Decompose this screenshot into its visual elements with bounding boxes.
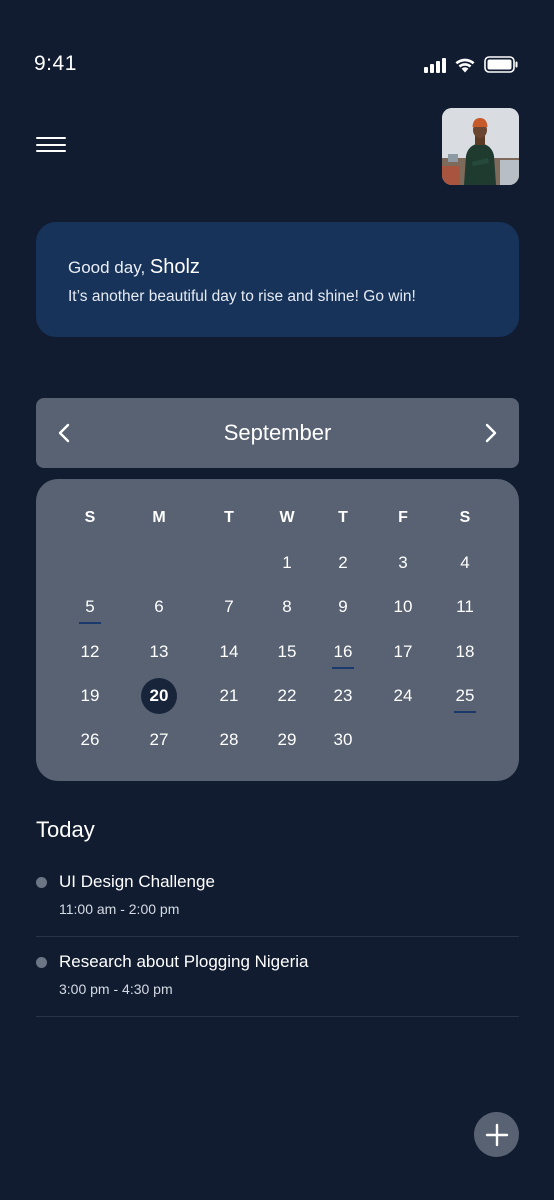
calendar-day[interactable]: 12 [70,634,110,670]
weekday-label: M [152,509,166,526]
calendar-day[interactable]: 3 [383,545,423,581]
greeting-message: It’s another beautiful day to rise and s… [68,288,416,305]
event-item[interactable]: UI Design Challenge 11:00 am - 2:00 pm [36,857,519,937]
calendar-day[interactable]: 16 [323,634,363,670]
greeting-line: Good day, Sholz [68,256,487,279]
calendar-day[interactable]: 8 [267,589,307,625]
calendar-day[interactable]: 24 [383,678,423,714]
calendar-day[interactable]: 11 [445,589,485,625]
calendar-day[interactable]: 7 [209,589,249,625]
calendar-day[interactable]: 23 [323,678,363,714]
event-dot [36,957,47,968]
today-heading: Today [36,817,95,842]
greeting-prefix: Good day, [68,258,150,277]
greeting-card: Good day, Sholz It’s another beautiful d… [36,222,519,337]
hamburger-menu-icon[interactable] [36,132,68,156]
calendar-day[interactable]: 25 [445,678,485,714]
event-time: 11:00 am - 2:00 pm [59,901,180,917]
calendar-day[interactable]: 9 [323,589,363,625]
calendar-day[interactable]: 5 [70,589,110,625]
calendar-day[interactable]: 10 [383,589,423,625]
calendar-day[interactable]: 30 [323,722,363,758]
calendar-day[interactable]: 17 [383,634,423,670]
event-item[interactable]: Research about Plogging Nigeria 3:00 pm … [36,937,519,1017]
calendar-day[interactable]: 14 [209,634,249,670]
plus-icon [485,1123,508,1146]
status-time: 9:41 [34,52,77,75]
calendar-day[interactable]: 26 [70,722,110,758]
weekday-label: T [224,509,234,526]
calendar-day[interactable]: 15 [267,634,307,670]
month-header: September [36,398,519,468]
calendar-day[interactable]: 29 [267,722,307,758]
status-icons [424,56,518,73]
chevron-left-icon[interactable] [52,420,78,446]
calendar-day-selected[interactable]: 20 [139,678,179,714]
calendar-day[interactable]: 2 [323,545,363,581]
signal-icon [424,57,446,73]
weekday-label: S [84,509,96,526]
weekday-label: F [398,509,408,526]
calendar-day[interactable]: 6 [139,589,179,625]
calendar-day[interactable]: 18 [445,634,485,670]
calendar-day[interactable]: 21 [209,678,249,714]
event-title: UI Design Challenge [59,872,215,891]
weekday-label: W [279,509,295,526]
battery-icon [484,56,518,73]
event-dot [36,877,47,888]
chevron-right-icon[interactable] [477,420,503,446]
add-event-button[interactable] [474,1112,519,1157]
event-time: 3:00 pm - 4:30 pm [59,981,173,997]
calendar-day[interactable]: 22 [267,678,307,714]
calendar-day[interactable]: 4 [445,545,485,581]
avatar[interactable] [442,108,519,185]
calendar-day[interactable]: 13 [139,634,179,670]
calendar-day[interactable]: 19 [70,678,110,714]
greeting-user-name: Sholz [149,256,200,278]
weekday-label: T [338,509,348,526]
weekday-label: S [459,509,471,526]
status-bar: 9:41 [0,0,554,100]
calendar-grid: S M T W T F S 1 2 3 4 5 6 7 8 9 10 11 12 13 14 15 16 17 18 19 20 21… [36,479,519,781]
wifi-icon [454,57,476,73]
selected-day-number: 20 [141,678,177,714]
calendar-day[interactable]: 28 [209,722,249,758]
calendar-day[interactable]: 1 [267,545,307,581]
month-title: September [223,420,332,445]
calendar-day[interactable]: 27 [139,722,179,758]
event-title: Research about Plogging Nigeria [59,952,309,971]
